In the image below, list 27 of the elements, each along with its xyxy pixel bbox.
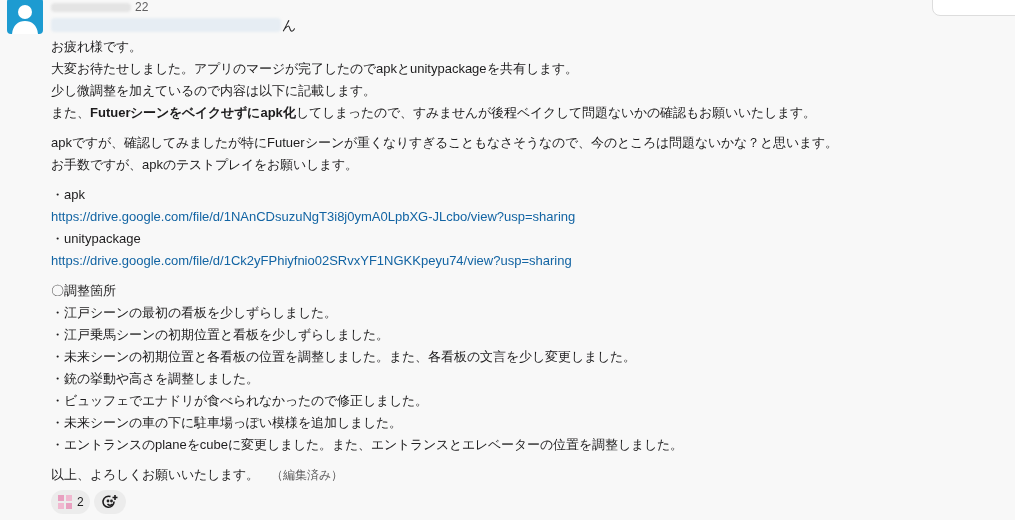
- add-emoji-icon: [101, 494, 118, 510]
- message-line: お手数ですが、apkのテストプレイをお願いします。: [51, 156, 358, 175]
- add-reaction-button[interactable]: [93, 490, 126, 514]
- message-line: 〇調整箇所: [51, 282, 116, 301]
- avatar-icon: [7, 0, 43, 34]
- reaction-button[interactable]: 2: [51, 490, 90, 514]
- message-line: ・エントランスのplaneをcubeに変更しました。また、エントランスとエレベーターの位置を調整しました。: [51, 436, 683, 455]
- message-line: ・未来シーンの初期位置と各看板の位置を調整しました。また、各看板の文言を少し変更しました。: [51, 348, 636, 367]
- stamp-icon: [57, 494, 73, 510]
- message-line: 少し微調整を加えているので内容は以下に記載します。: [51, 82, 376, 101]
- message-line: ・江戸シーンの最初の看板を少しずらしました。: [51, 304, 337, 323]
- message-line: 以上、よろしくお願いいたします。: [51, 466, 259, 485]
- timestamp: 22: [135, 0, 149, 16]
- message-line: ・ビュッフェでエナドリが食べられなかったので修正しました。: [51, 392, 428, 411]
- message-line: 大変お待たせしました。アプリのマージが完了したのでapkとunitypackageを共有します。: [51, 60, 578, 79]
- drive-link[interactable]: https://drive.google.com/file/d/1NAnCDsuzuNgT3i8j0ymA0LpbXG-JLcbo/view?usp=sharing: [51, 207, 576, 227]
- edited-label: （編集済み）: [271, 467, 343, 484]
- message-line: ・江戸乗馬シーンの初期位置と看板を少しずらしました。: [51, 326, 389, 345]
- message-line: ・未来シーンの車の下に駐車場っぽい模様を追加しました。: [51, 414, 402, 433]
- message-line: ・unitypackage: [51, 230, 141, 249]
- drive-link[interactable]: https://drive.google.com/file/d/1Ck2yFPhiyfnio02SRvxYF1NGKKpeyu74/view?usp=sharing: [51, 251, 572, 271]
- message-line: ・銃の挙動や高さを調整しました。: [51, 370, 259, 389]
- mention-text: ん: [282, 15, 296, 35]
- message-line: apkですが、確認してみましたが特にFutuerシーンが重くなりすぎることもなさそうなので、今のところは問題ないかな？と思います。: [51, 134, 838, 153]
- message-line: ・apk: [51, 186, 85, 205]
- message-line: お疲れ様です。: [51, 38, 142, 57]
- message-line: また、Futuerシーンをベイクせずにapk化してしまったので、すみませんが後程ベイクして問題ないかの確認もお願いいたします。: [51, 104, 816, 123]
